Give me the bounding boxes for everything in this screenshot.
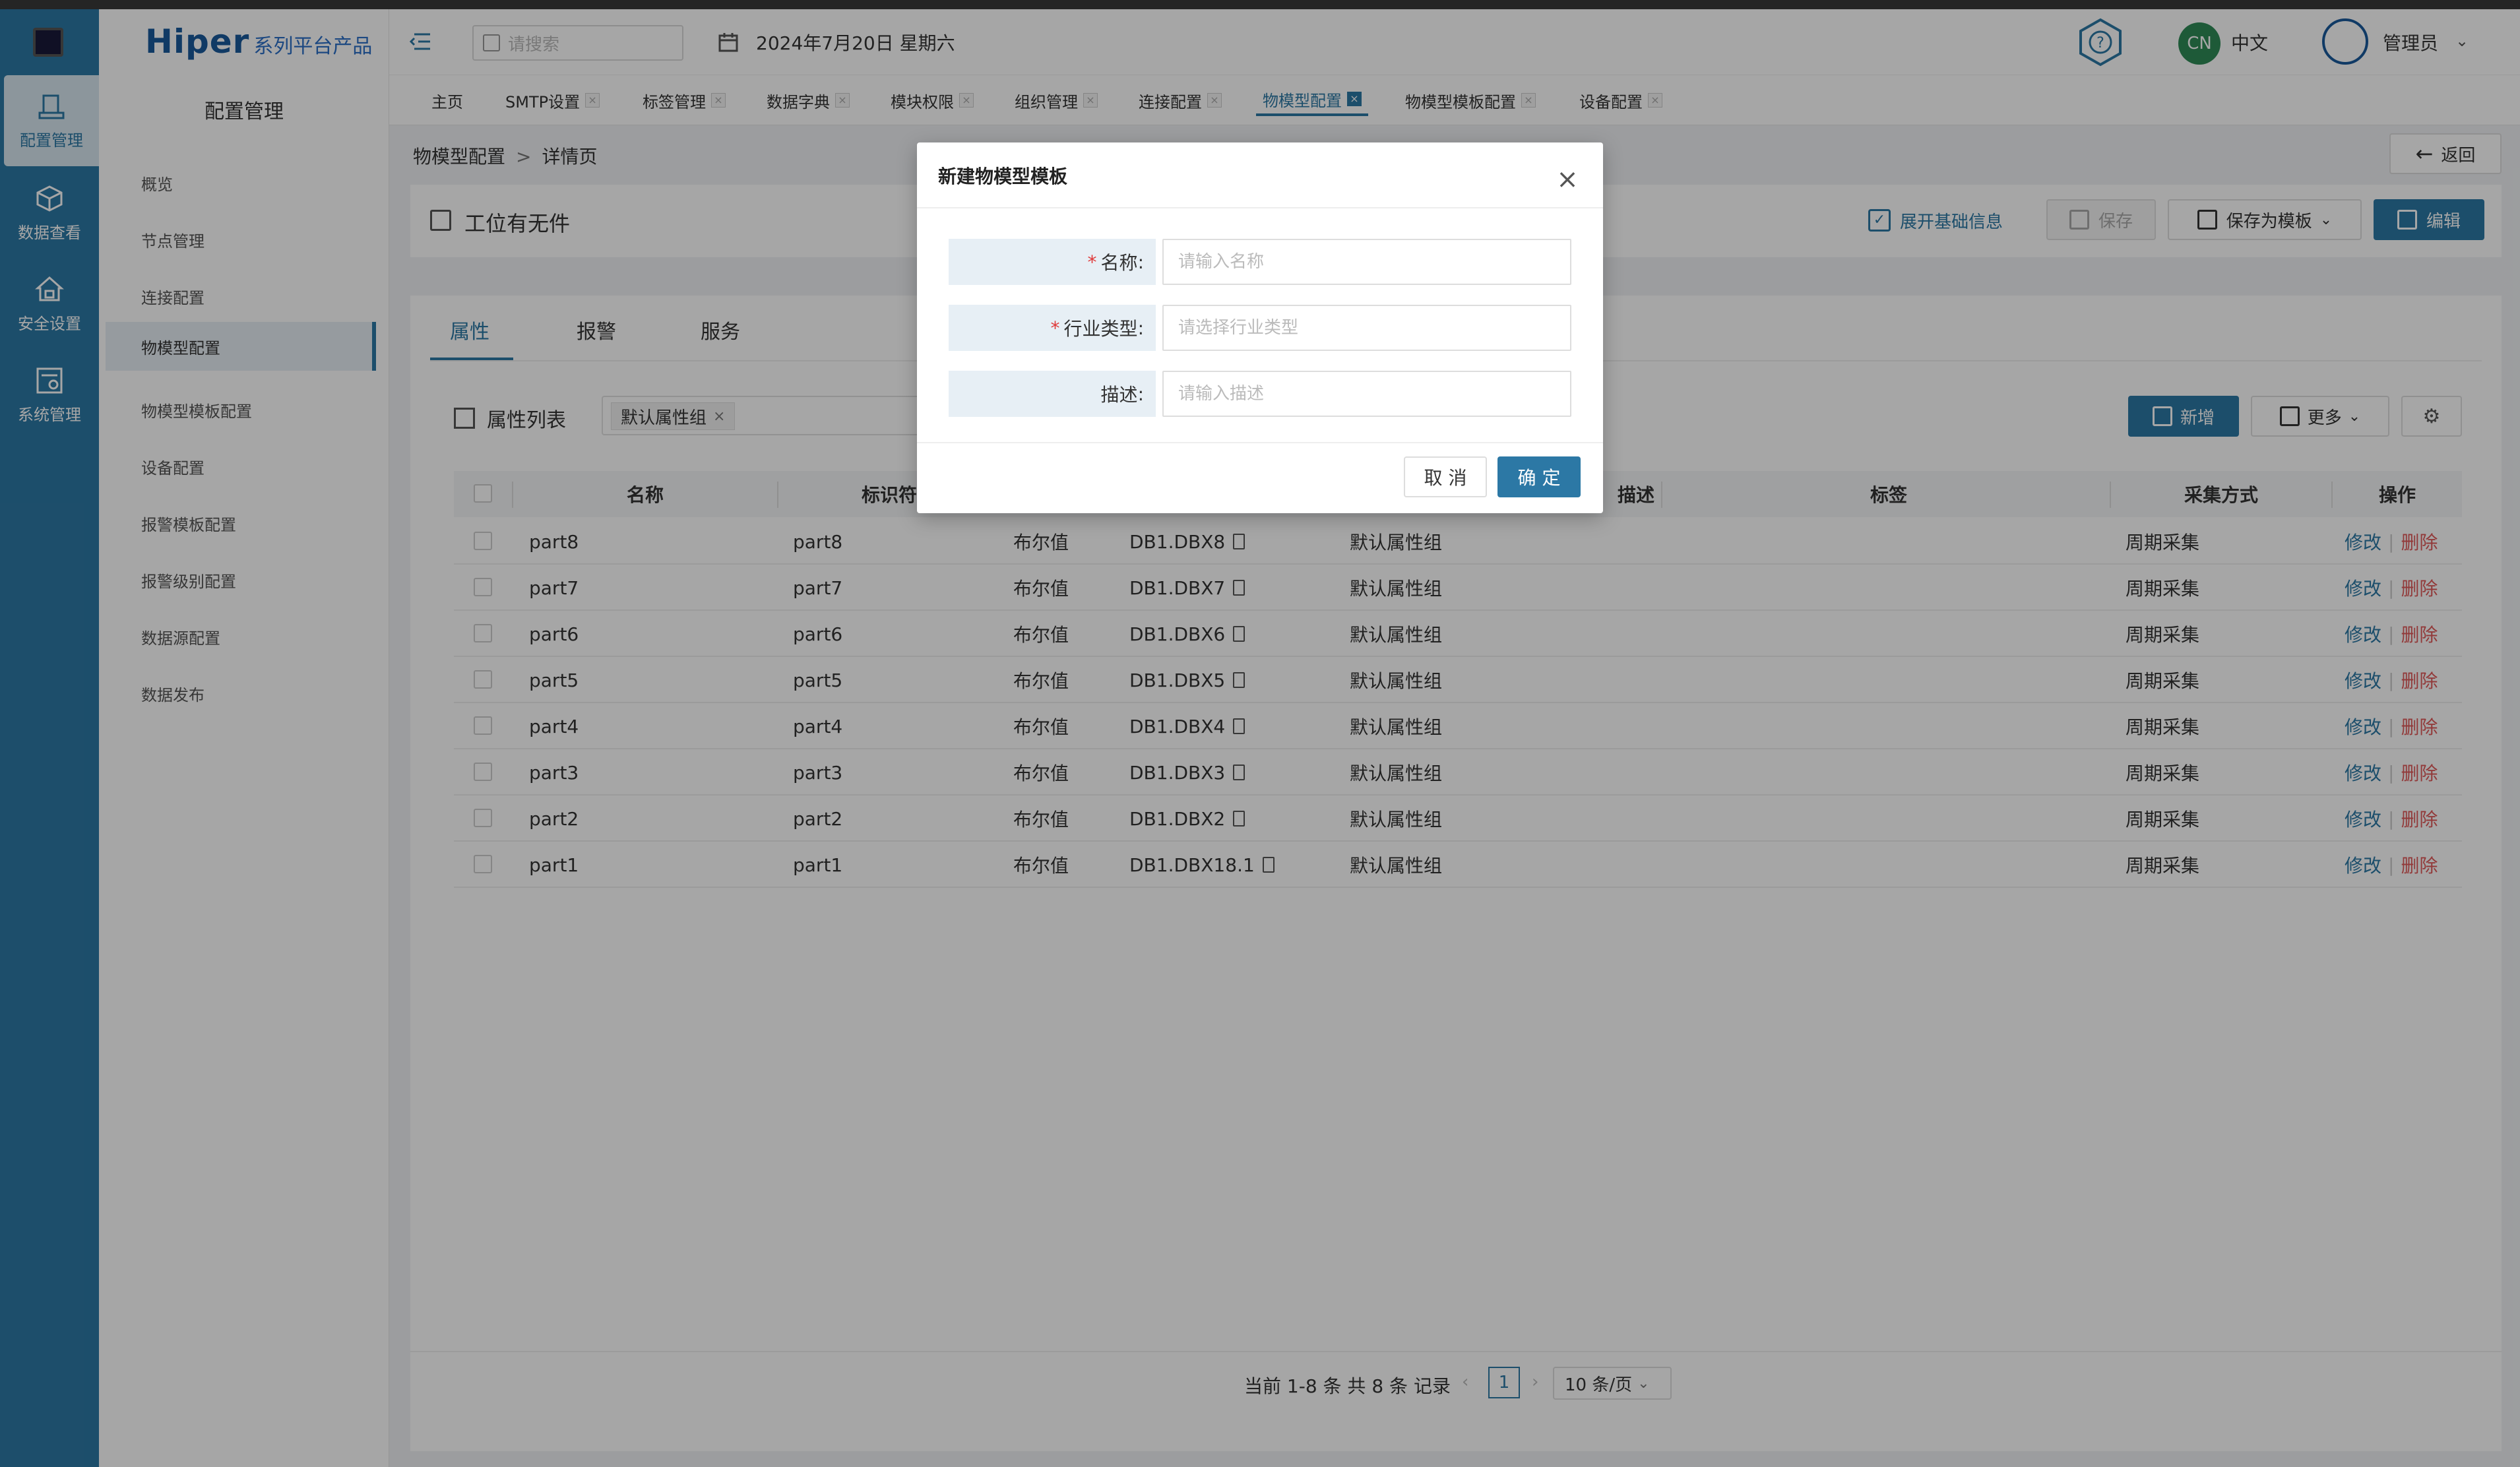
- dialog-title: 新建物模型模板: [938, 166, 1068, 187]
- field-label: 描述:: [949, 371, 1156, 417]
- label-colon: :: [1137, 383, 1144, 405]
- close-icon[interactable]: ×: [1554, 166, 1581, 193]
- required-mark: *: [1050, 317, 1060, 339]
- field-label-text: 描述: [1100, 384, 1138, 406]
- field-label: * 行业类型:: [949, 305, 1156, 351]
- name-input[interactable]: [1162, 239, 1571, 285]
- dialog-header-divider: [917, 207, 1603, 208]
- industry-type-select[interactable]: [1162, 305, 1571, 351]
- form-row-industry: * 行业类型:: [949, 305, 1571, 351]
- field-label-text: 名称: [1100, 252, 1138, 274]
- label-colon: :: [1137, 251, 1144, 273]
- confirm-button[interactable]: 确 定: [1497, 456, 1581, 497]
- dialog-footer-divider: [917, 442, 1603, 443]
- field-label-text: 行业类型: [1063, 318, 1138, 340]
- form-row-description: 描述:: [949, 371, 1571, 417]
- label-colon: :: [1137, 317, 1144, 339]
- new-template-dialog: 新建物模型模板 × *名称: *行业类型: 描述: 取 消 确 定: [917, 142, 1603, 513]
- description-input[interactable]: [1162, 371, 1571, 417]
- required-mark: *: [1087, 251, 1097, 273]
- cancel-button[interactable]: 取 消: [1404, 456, 1487, 497]
- form-row-name: * 名称:: [949, 239, 1571, 285]
- field-label: * 名称:: [949, 239, 1156, 285]
